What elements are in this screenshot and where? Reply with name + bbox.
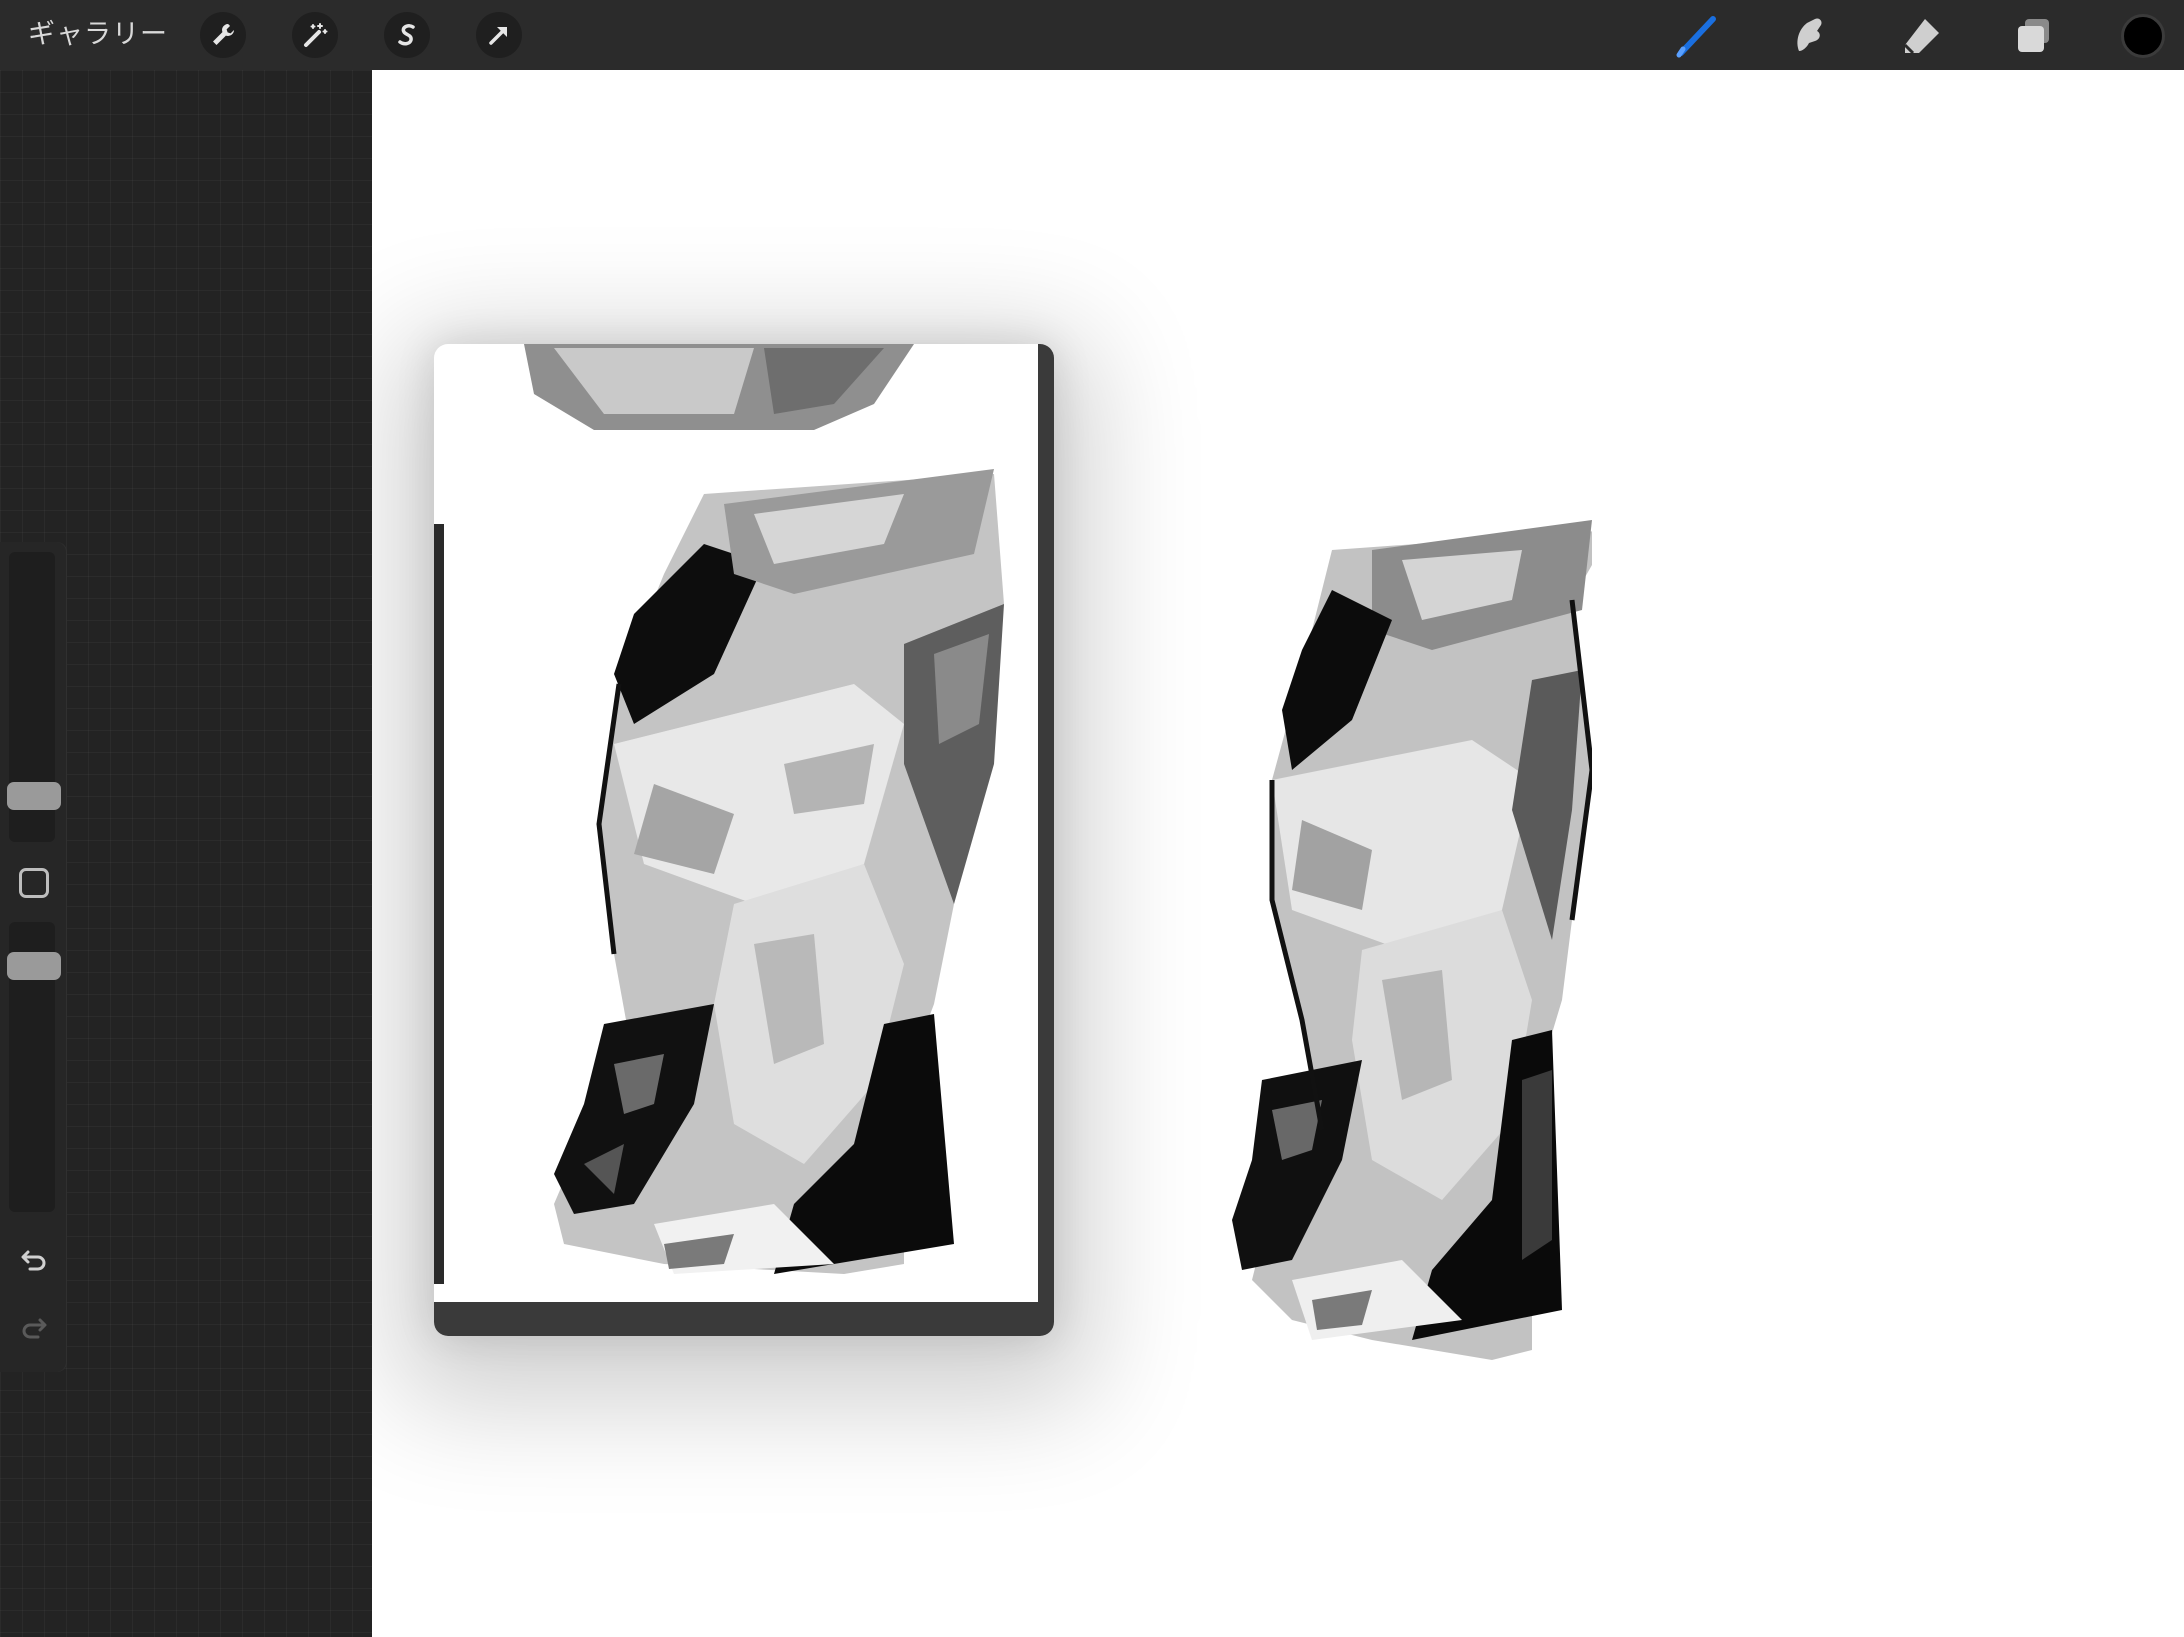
magic-wand-icon (301, 21, 329, 49)
smudge-icon (1785, 11, 1833, 59)
redo-icon (18, 1312, 50, 1348)
eraser-button[interactable] (1896, 10, 1946, 60)
drawing-canvas[interactable] (372, 70, 2184, 1637)
adjustments-button[interactable] (292, 12, 338, 58)
reference-edge-left (434, 524, 444, 1284)
reference-edge-right (1038, 344, 1054, 1304)
reference-image (524, 344, 1004, 1274)
transform-arrow-icon (485, 21, 513, 49)
modify-button[interactable] (19, 868, 49, 898)
undo-button[interactable] (14, 1242, 54, 1282)
redo-button[interactable] (14, 1310, 54, 1350)
sidebar (0, 542, 66, 1372)
reference-window[interactable] (434, 344, 1054, 1336)
wrench-icon (209, 21, 237, 49)
brush-button[interactable] (1672, 10, 1722, 60)
workspace-background (0, 70, 372, 1637)
layers-icon (2009, 11, 2057, 59)
brush-size-handle[interactable] (7, 782, 61, 810)
smudge-button[interactable] (1784, 10, 1834, 60)
selection-icon (393, 21, 421, 49)
reference-window-handle[interactable] (434, 1302, 1054, 1336)
gallery-button[interactable]: ギャラリー (28, 14, 168, 56)
artwork (1232, 520, 1592, 1360)
brush-icon (1673, 11, 1721, 59)
transform-button[interactable] (476, 12, 522, 58)
opacity-handle[interactable] (7, 952, 61, 980)
top-toolbar: ギャラリー (0, 0, 2184, 70)
actions-button[interactable] (200, 12, 246, 58)
layers-button[interactable] (2008, 10, 2058, 60)
color-picker[interactable] (2121, 14, 2165, 58)
selection-button[interactable] (384, 12, 430, 58)
eraser-icon (1897, 11, 1945, 59)
undo-icon (18, 1244, 50, 1280)
